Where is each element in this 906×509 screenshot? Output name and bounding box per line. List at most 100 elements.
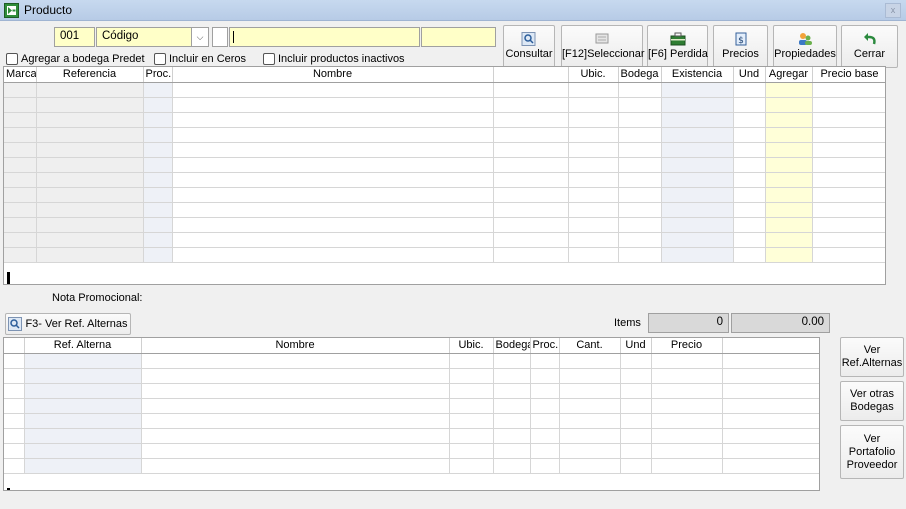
table-cell[interactable] [651,368,723,384]
table-cell[interactable] [141,413,450,429]
table-cell[interactable] [172,112,494,128]
table-cell[interactable] [36,187,144,203]
table-cell[interactable] [651,443,723,459]
table-cell[interactable] [733,142,766,158]
table-cell[interactable] [141,368,450,384]
include-inactive-checkbox[interactable]: Incluir productos inactivos [263,53,405,65]
table-cell[interactable] [618,202,662,218]
prefix-field[interactable] [212,27,228,47]
table-cell[interactable] [651,353,723,369]
code-field[interactable]: 001 [54,27,95,47]
table-cell[interactable] [493,157,569,173]
table-cell[interactable] [733,187,766,203]
table-cell[interactable] [4,398,25,414]
table-cell[interactable] [530,398,560,414]
table-cell[interactable] [143,202,173,218]
table-cell[interactable] [661,97,734,113]
table-cell[interactable] [4,458,25,474]
table-cell[interactable] [493,443,531,459]
table-cell[interactable] [661,187,734,203]
table-cell[interactable] [143,82,173,98]
checkbox-box[interactable] [154,53,166,65]
table-cell[interactable] [493,428,531,444]
table-cell[interactable] [651,458,723,474]
table-cell[interactable] [722,443,819,459]
table-cell[interactable] [493,247,569,263]
alternates-grid[interactable]: Ref. Alterna Nombre Ubic. Bodega Proc. C… [3,337,820,491]
close-window-button[interactable]: x [885,3,901,18]
table-cell[interactable] [172,127,494,143]
table-cell[interactable] [618,157,662,173]
table-cell[interactable] [4,443,25,459]
table-cell[interactable] [733,217,766,233]
table-cell[interactable] [24,443,142,459]
table-cell[interactable] [568,97,619,113]
table-cell[interactable] [620,413,652,429]
table-cell[interactable] [661,127,734,143]
column-header[interactable]: Cant. [559,338,621,354]
table-cell[interactable] [4,127,37,143]
table-cell[interactable] [493,127,569,143]
table-cell[interactable] [765,247,813,263]
table-cell[interactable] [449,398,494,414]
products-grid[interactable]: Marca Referencia Proc. Nombre Ubic. Bode… [3,66,886,285]
table-cell[interactable] [618,172,662,188]
table-cell[interactable] [143,127,173,143]
column-header[interactable] [4,338,25,354]
column-header[interactable] [493,67,569,83]
table-cell[interactable] [493,383,531,399]
table-cell[interactable] [568,112,619,128]
table-cell[interactable] [618,142,662,158]
table-cell[interactable] [530,428,560,444]
table-cell[interactable] [651,383,723,399]
table-cell[interactable] [661,217,734,233]
table-cell[interactable] [620,353,652,369]
table-cell[interactable] [661,172,734,188]
column-header[interactable]: Bodega [493,338,531,354]
column-header[interactable]: Precio base [812,67,885,83]
table-cell[interactable] [4,353,25,369]
column-header[interactable]: Referencia [36,67,144,83]
table-cell[interactable] [722,398,819,414]
table-row[interactable] [4,232,885,248]
table-cell[interactable] [493,172,569,188]
table-cell[interactable] [618,247,662,263]
table-cell[interactable] [620,428,652,444]
table-cell[interactable] [24,428,142,444]
table-cell[interactable] [493,142,569,158]
table-cell[interactable] [4,202,37,218]
table-cell[interactable] [449,458,494,474]
table-cell[interactable] [4,142,37,158]
table-cell[interactable] [493,398,531,414]
table-cell[interactable] [172,217,494,233]
checkbox-box[interactable] [6,53,18,65]
table-cell[interactable] [568,202,619,218]
table-row[interactable] [4,142,885,158]
table-cell[interactable] [141,443,450,459]
table-row[interactable] [4,97,885,113]
table-cell[interactable] [765,82,813,98]
table-cell[interactable] [172,202,494,218]
table-cell[interactable] [24,353,142,369]
table-cell[interactable] [722,413,819,429]
cerrar-button[interactable]: Cerrar [841,25,898,68]
table-cell[interactable] [36,157,144,173]
table-cell[interactable] [765,127,813,143]
table-cell[interactable] [36,97,144,113]
view-alternates-button[interactable]: Ver Ref.Alternas [840,337,904,377]
chevron-down-icon[interactable]: ⌵ [191,28,208,46]
column-header[interactable]: Agregar [765,67,813,83]
table-row[interactable] [4,187,885,203]
table-cell[interactable] [493,413,531,429]
table-cell[interactable] [559,353,621,369]
table-cell[interactable] [722,353,819,369]
table-cell[interactable] [449,443,494,459]
table-cell[interactable] [765,217,813,233]
table-row[interactable] [4,202,885,218]
table-cell[interactable] [812,142,885,158]
table-cell[interactable] [4,413,25,429]
table-cell[interactable] [568,172,619,188]
column-header[interactable]: Ref. Alterna [24,338,142,354]
table-cell[interactable] [36,247,144,263]
table-cell[interactable] [36,202,144,218]
